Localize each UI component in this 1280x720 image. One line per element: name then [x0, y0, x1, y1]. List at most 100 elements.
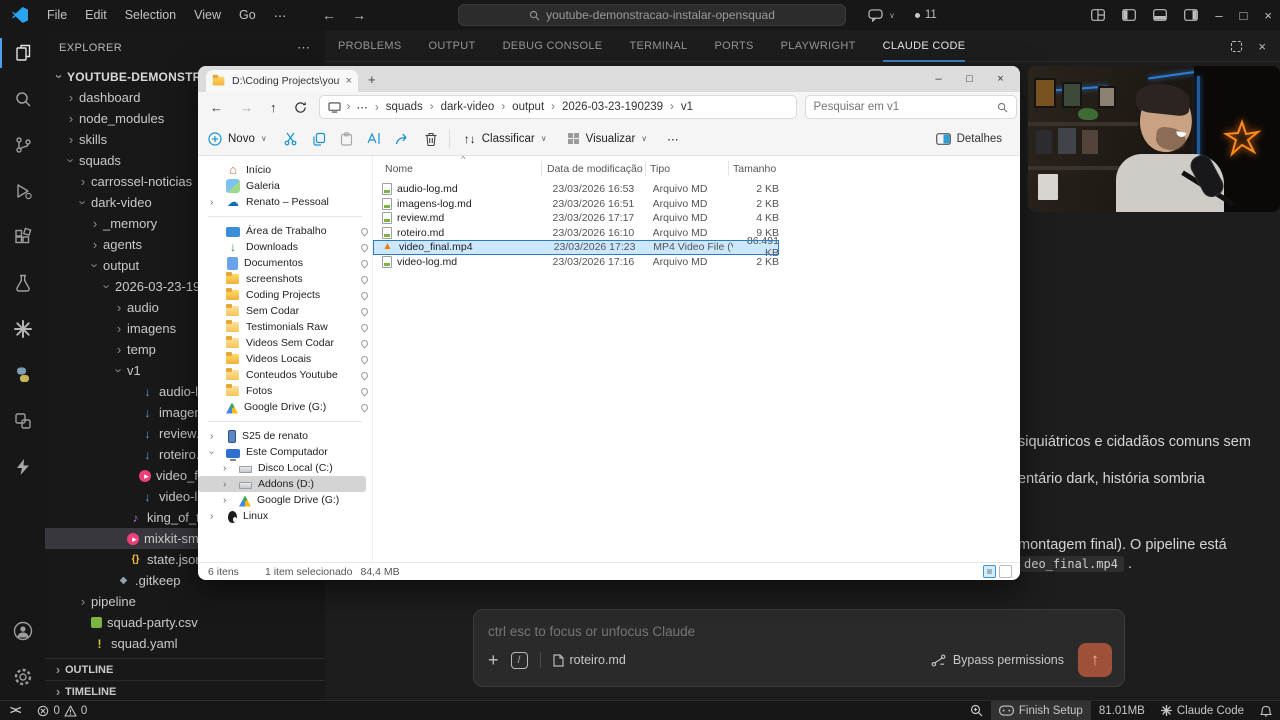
explorer-titlebar[interactable]: D:\Coding Projects\youtube-c × + – □ ×: [198, 66, 1020, 92]
flash-icon[interactable]: [0, 444, 45, 490]
notifications-bell-icon[interactable]: [1252, 701, 1280, 720]
extensions-icon[interactable]: [0, 214, 45, 260]
address-breadcrumb[interactable]: › ⋯squadsdark-videooutput2026-03-23-1902…: [319, 95, 797, 119]
forward-arrow-icon[interactable]: →: [352, 7, 366, 23]
rename-button[interactable]: [361, 132, 389, 145]
file-row[interactable]: video_final.mp4 23/03/2026 17:23 MP4 Vid…: [373, 240, 779, 255]
device-nav-item[interactable]: Addons (D:): [198, 476, 366, 492]
breadcrumb-item[interactable]: 2026-03-23-190239: [562, 101, 681, 113]
share-button[interactable]: [389, 132, 417, 145]
account-icon[interactable]: [0, 608, 45, 654]
file-row[interactable]: imagens-log.md 23/03/2026 16:51 Arquivo …: [373, 197, 779, 212]
maximize-button[interactable]: □: [1240, 8, 1248, 23]
column-header-size[interactable]: Tamanho: [733, 163, 776, 175]
nav-item[interactable]: Início: [198, 162, 372, 178]
nav-item[interactable]: Galeria: [198, 178, 372, 194]
cut-button[interactable]: [277, 131, 305, 146]
menu-item[interactable]: ⋯: [265, 8, 296, 23]
python-icon[interactable]: [0, 352, 45, 398]
more-button[interactable]: ⋯: [657, 132, 689, 146]
pinned-nav-item[interactable]: Coding Projects: [198, 287, 372, 303]
maximize-panel-icon[interactable]: [1231, 41, 1242, 52]
back-arrow-icon[interactable]: ←: [322, 7, 336, 23]
new-tab-button[interactable]: +: [368, 72, 376, 87]
file-row[interactable]: review.md 23/03/2026 17:17 Arquivo MD 4 …: [373, 211, 779, 226]
bypass-permissions-toggle[interactable]: Bypass permissions: [931, 653, 1064, 667]
explorer-search[interactable]: [805, 95, 1017, 119]
panel-tab[interactable]: PLAYWRIGHT: [781, 30, 856, 62]
attached-file[interactable]: roteiro.md: [553, 653, 626, 667]
breadcrumb-item[interactable]: v1: [681, 101, 693, 113]
close-button[interactable]: ×: [985, 73, 1016, 85]
menu-item[interactable]: Go: [230, 8, 265, 23]
copilot-chat-icon[interactable]: [868, 9, 883, 22]
layout-grid-icon[interactable]: [1091, 9, 1105, 21]
file-row[interactable]: roteiro.md 23/03/2026 16:10 Arquivo MD 9…: [373, 226, 779, 241]
memory-status[interactable]: 81.01MB: [1091, 701, 1153, 720]
minimize-button[interactable]: –: [923, 73, 954, 85]
tree-item[interactable]: pipeline: [45, 591, 325, 612]
command-center[interactable]: youtube-demonstracao-instalar-opensquad: [458, 4, 846, 26]
column-header-type[interactable]: Tipo: [650, 163, 670, 175]
panel-tab[interactable]: TERMINAL: [629, 30, 687, 62]
device-nav-item[interactable]: Disco Local (C:): [198, 460, 372, 476]
pinned-nav-item[interactable]: Videos Locais: [198, 351, 372, 367]
close-panel-icon[interactable]: ×: [1258, 39, 1266, 54]
panel-tab[interactable]: PORTS: [714, 30, 753, 62]
file-row[interactable]: audio-log.md 23/03/2026 16:53 Arquivo MD…: [373, 182, 779, 197]
maximize-button[interactable]: □: [954, 73, 985, 85]
close-tab-icon[interactable]: ×: [346, 75, 352, 87]
timeline-section[interactable]: TIMELINE: [45, 680, 325, 700]
pinned-nav-item[interactable]: Fotos: [198, 383, 372, 399]
claude-code-status[interactable]: Claude Code: [1153, 701, 1252, 720]
update-badge[interactable]: 11: [915, 9, 937, 21]
copy-button[interactable]: [305, 132, 333, 146]
pinned-nav-item[interactable]: Google Drive (G:): [198, 399, 372, 415]
add-attachment-icon[interactable]: +: [488, 650, 499, 671]
nav-item[interactable]: Renato – Pessoal: [198, 194, 372, 210]
close-button[interactable]: ×: [1264, 8, 1272, 23]
column-header-name[interactable]: Nome: [385, 163, 413, 175]
pinned-nav-item[interactable]: Sem Codar: [198, 303, 372, 319]
send-button[interactable]: ↑: [1078, 643, 1112, 677]
toggle-sidebar-icon[interactable]: [1122, 9, 1136, 21]
refresh-icon[interactable]: [294, 101, 307, 114]
pinned-nav-item[interactable]: Conteudos Youtube: [198, 367, 372, 383]
pinned-nav-item[interactable]: Documentos: [198, 255, 372, 271]
testing-flask-icon[interactable]: [0, 260, 45, 306]
claude-spark-icon[interactable]: [0, 306, 45, 352]
more-actions-icon[interactable]: ⋯: [297, 40, 311, 56]
zoom-status[interactable]: [962, 701, 991, 720]
details-toggle[interactable]: Detalhes: [936, 133, 1002, 145]
settings-gear-icon[interactable]: [0, 654, 45, 700]
source-control-icon[interactable]: [0, 122, 45, 168]
menu-item[interactable]: File: [38, 8, 76, 23]
claude-input-box[interactable]: + roteiro.md Bypass permissions ↑: [473, 609, 1125, 687]
device-nav-item[interactable]: S25 de renato: [198, 428, 372, 444]
menu-item[interactable]: Selection: [116, 8, 185, 23]
device-nav-item[interactable]: Este Computador: [198, 444, 372, 460]
column-header-date[interactable]: Data de modificação: [547, 163, 643, 175]
up-arrow-icon[interactable]: ↑: [270, 100, 277, 115]
view-button[interactable]: Visualizar ∨: [557, 132, 658, 145]
menu-item[interactable]: Edit: [76, 8, 116, 23]
explorer-tab[interactable]: D:\Coding Projects\youtube-c ×: [206, 70, 358, 92]
forward-arrow-icon[interactable]: →: [240, 100, 253, 115]
tree-item[interactable]: squad-party.csv: [45, 612, 325, 633]
files-icon[interactable]: [0, 30, 45, 76]
file-row[interactable]: video-log.md 23/03/2026 17:16 Arquivo MD…: [373, 255, 779, 270]
breadcrumb-item[interactable]: squads: [386, 101, 441, 113]
pinned-nav-item[interactable]: Videos Sem Codar: [198, 335, 372, 351]
paste-button[interactable]: [333, 132, 361, 146]
device-nav-item[interactable]: Linux: [198, 508, 372, 524]
remote-explorer-icon[interactable]: [0, 398, 45, 444]
panel-tab[interactable]: PROBLEMS: [338, 30, 402, 62]
claude-prompt-input[interactable]: [488, 618, 988, 644]
breadcrumb-item[interactable]: dark-video: [441, 101, 513, 113]
run-debug-icon[interactable]: [0, 168, 45, 214]
panel-tab[interactable]: DEBUG CONSOLE: [503, 30, 603, 62]
details-view-toggle[interactable]: [983, 565, 996, 578]
chevron-down-icon[interactable]: ∨: [889, 11, 895, 20]
breadcrumb-item[interactable]: output: [512, 101, 562, 113]
problems-status[interactable]: 0 0: [29, 705, 95, 717]
